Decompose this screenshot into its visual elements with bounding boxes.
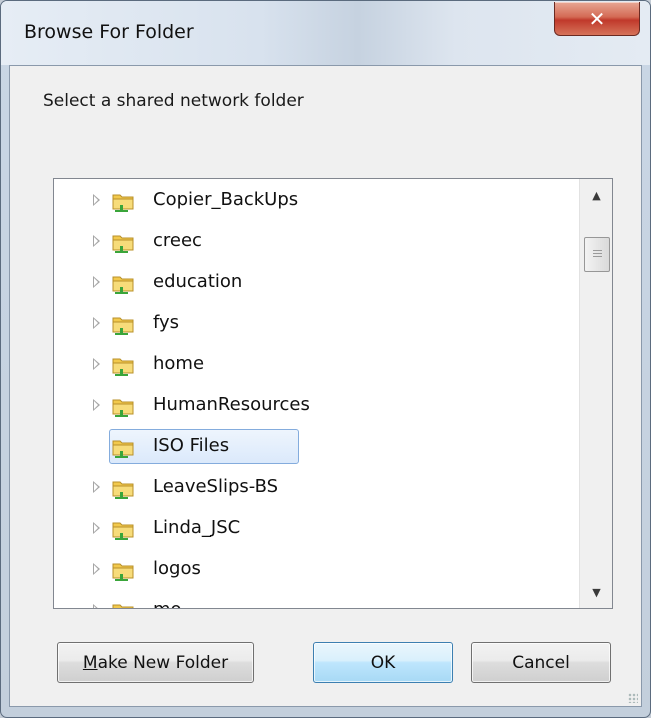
scroll-up-icon: ▲ [592, 188, 601, 202]
expand-arrow-icon[interactable] [93, 563, 100, 575]
tree-item-label: Linda_JSC [153, 517, 241, 538]
shared-folder-icon [112, 522, 134, 540]
dialog-window: Browse For Folder ✕ Select a shared netw… [0, 0, 651, 718]
shared-folder-icon [112, 194, 134, 212]
tree-item[interactable]: ISO Files [54, 426, 579, 467]
shared-folder-icon [112, 235, 134, 253]
scroll-down-button[interactable]: ▼ [580, 576, 612, 608]
vertical-scrollbar[interactable]: ▲ ▼ [579, 179, 612, 608]
window-title: Browse For Folder [24, 21, 194, 43]
scroll-down-icon: ▼ [592, 585, 601, 599]
tree-item-label: creec [153, 230, 202, 251]
tree-item-label: ISO Files [153, 435, 230, 456]
tree-item-label: education [153, 271, 243, 292]
cancel-button[interactable]: Cancel [471, 642, 611, 683]
make-new-folder-label: ake New Folder [97, 652, 229, 673]
shared-folder-icon [112, 358, 134, 376]
expand-arrow-icon[interactable] [93, 358, 100, 370]
expand-arrow-icon[interactable] [93, 604, 100, 608]
tree-item-label: logos [153, 558, 201, 579]
expand-arrow-icon[interactable] [93, 235, 100, 247]
title-bar[interactable]: Browse For Folder ✕ [1, 1, 650, 65]
tree-item-label: mo [153, 599, 182, 608]
expand-arrow-icon[interactable] [93, 317, 100, 329]
tree-item-label: Copier_BackUps [153, 189, 299, 210]
tree-item[interactable]: Copier_BackUps [54, 180, 579, 221]
tree-item[interactable]: mo [54, 590, 579, 608]
tree-item[interactable]: LeaveSlips-BS [54, 467, 579, 508]
shared-folder-icon [112, 563, 134, 581]
ok-button[interactable]: OK [313, 642, 453, 683]
ok-button-label: OK [370, 652, 396, 673]
tree-item-label: fys [153, 312, 180, 333]
close-icon: ✕ [588, 6, 606, 31]
shared-folder-icon [112, 317, 134, 335]
tree-item[interactable]: HumanResources [54, 385, 579, 426]
expand-arrow-icon[interactable] [93, 276, 100, 288]
tree-item[interactable]: logos [54, 549, 579, 590]
shared-folder-icon [112, 604, 134, 608]
shared-folder-icon [112, 399, 134, 417]
folder-tree-list: Copier_BackUpscreec education fys home Human… [54, 179, 579, 608]
tree-item-label: LeaveSlips-BS [153, 476, 279, 497]
resize-grip[interactable] [628, 693, 638, 703]
expand-arrow-icon[interactable] [93, 194, 100, 206]
scroll-up-button[interactable]: ▲ [580, 179, 612, 211]
cancel-button-label: Cancel [512, 652, 570, 673]
tree-item[interactable]: Linda_JSC [54, 508, 579, 549]
expand-arrow-icon[interactable] [93, 399, 100, 411]
tree-item[interactable]: education [54, 262, 579, 303]
expand-arrow-icon[interactable] [93, 522, 100, 534]
instruction-text: Select a shared network folder [43, 91, 304, 111]
tree-item[interactable]: creec [54, 221, 579, 262]
tree-item-label: HumanResources [153, 394, 310, 415]
scroll-thumb[interactable] [584, 237, 610, 272]
shared-folder-icon [112, 481, 134, 499]
shared-folder-icon [112, 276, 134, 294]
thumb-grip-icon [593, 250, 602, 251]
make-new-folder-mnemonic: M [82, 652, 98, 673]
make-new-folder-button[interactable]: Make New Folder [57, 642, 254, 683]
expand-arrow-icon[interactable] [93, 481, 100, 493]
close-button[interactable]: ✕ [554, 2, 640, 36]
shared-folder-icon [112, 440, 134, 458]
tree-item-label: home [153, 353, 205, 374]
tree-item[interactable]: fys [54, 303, 579, 344]
tree-item[interactable]: home [54, 344, 579, 385]
folder-tree-view[interactable]: Copier_BackUpscreec education fys home Human… [53, 178, 613, 609]
